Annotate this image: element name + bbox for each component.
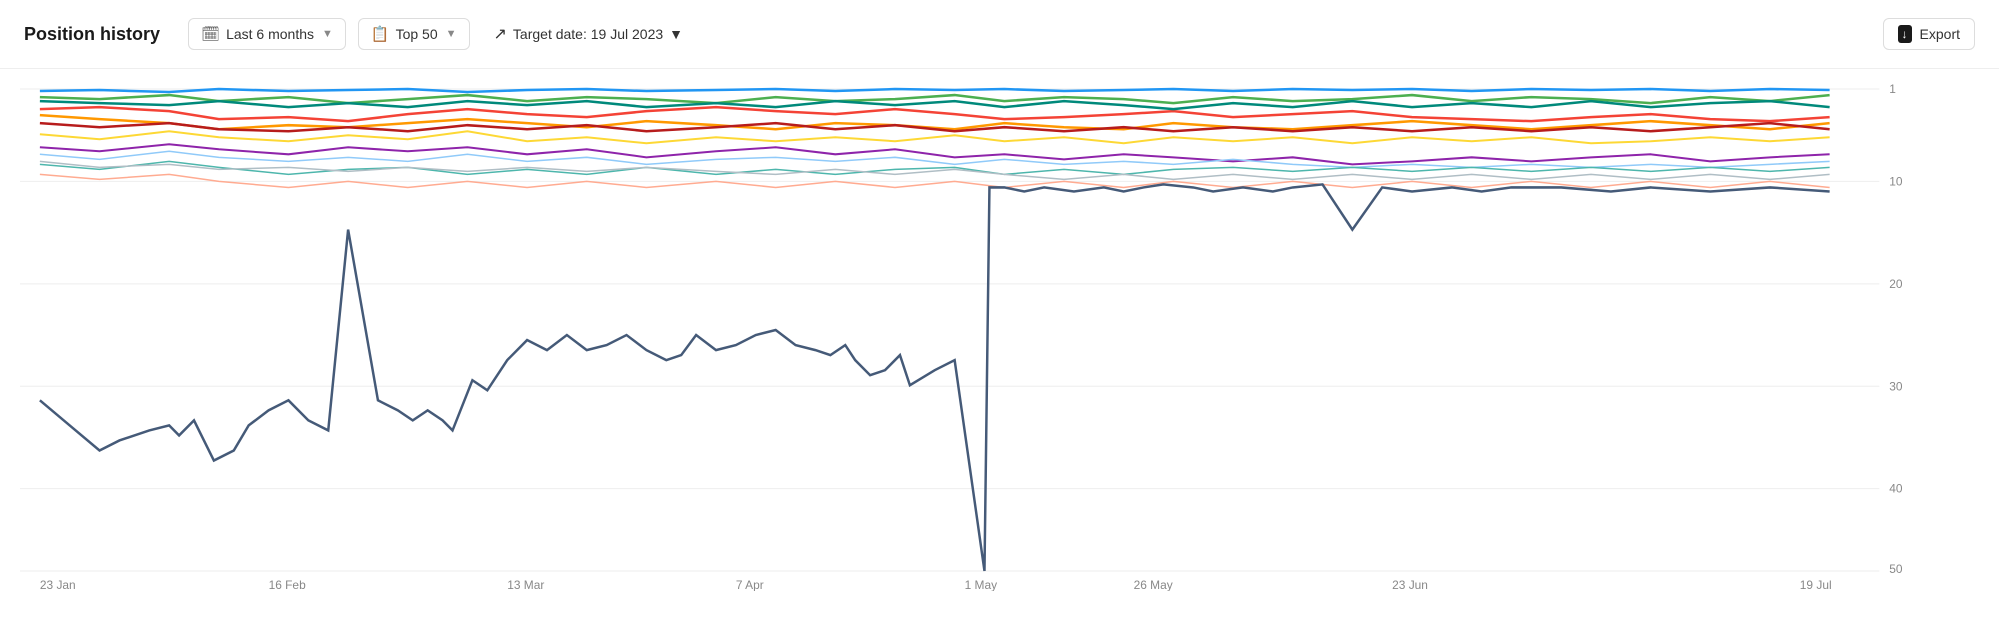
target-date-label: Target date: 19 Jul 2023 <box>513 26 663 42</box>
position-history-chart: 1 10 20 30 40 50 23 Jan 16 Feb 13 Mar 7 … <box>20 79 1939 591</box>
list-icon: 📋 <box>371 25 390 43</box>
line-red <box>40 107 1830 121</box>
y-label-40: 40 <box>1889 482 1903 496</box>
chart-area: 1 10 20 30 40 50 23 Jan 16 Feb 13 Mar 7 … <box>0 69 1999 631</box>
y-label-50: 50 <box>1889 562 1903 576</box>
y-label-20: 20 <box>1889 277 1903 291</box>
x-label-feb: 16 Feb <box>269 578 306 591</box>
chevron-down-icon-2: ▼ <box>446 28 457 40</box>
trend-icon: ↗ <box>494 24 507 44</box>
line-teal <box>40 101 1830 109</box>
calendar-icon: 🗓 <box>201 25 220 43</box>
export-icon: ↓ <box>1898 25 1912 43</box>
top-filter-button[interactable]: 📋 Top 50 ▼ <box>358 18 470 50</box>
x-label-apr: 7 Apr <box>736 578 764 591</box>
line-gray1 <box>40 161 1830 179</box>
period-label: Last 6 months <box>226 26 314 42</box>
x-label-jul: 19 Jul <box>1800 578 1832 591</box>
x-label-may26: 26 May <box>1134 578 1173 591</box>
chevron-down-icon: ▼ <box>322 28 333 40</box>
x-label-may1: 1 May <box>965 578 997 591</box>
x-label-jan: 23 Jan <box>40 578 76 591</box>
main-line <box>40 184 1830 571</box>
target-date-button[interactable]: ↗ Target date: 19 Jul 2023 ▼ <box>482 18 696 50</box>
page-title: Position history <box>24 24 160 45</box>
x-label-mar: 13 Mar <box>507 578 544 591</box>
app-container: Position history 🗓 Last 6 months ▼ 📋 Top… <box>0 0 1999 599</box>
line-yellow <box>40 131 1830 143</box>
y-label-30: 30 <box>1889 379 1903 393</box>
export-button[interactable]: ↓ Export <box>1883 18 1975 50</box>
x-label-jun: 23 Jun <box>1392 578 1428 591</box>
period-filter-button[interactable]: 🗓 Last 6 months ▼ <box>188 18 346 50</box>
line-teal-light <box>40 161 1830 174</box>
line-blue-top <box>40 89 1830 92</box>
export-label: Export <box>1920 26 1960 42</box>
top-label: Top 50 <box>396 26 438 42</box>
y-label-1: 1 <box>1889 82 1896 96</box>
y-label-10: 10 <box>1889 174 1903 188</box>
chevron-down-icon-3: ▼ <box>669 26 683 42</box>
toolbar: Position history 🗓 Last 6 months ▼ 📋 Top… <box>0 0 1999 69</box>
